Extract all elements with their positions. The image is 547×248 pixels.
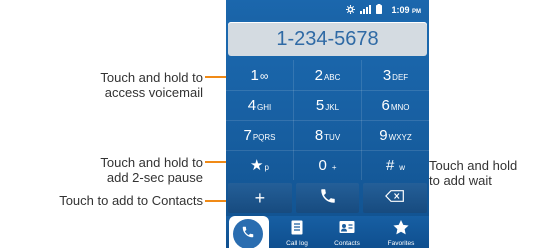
key-letters: MNO xyxy=(390,103,410,112)
tab-favorites[interactable]: Favorites xyxy=(376,216,426,248)
key-digit: 9 xyxy=(379,126,388,144)
key-letters: GHI xyxy=(257,103,272,112)
tab-phone[interactable] xyxy=(233,219,263,248)
key-digit: 5 xyxy=(315,96,325,114)
key-9[interactable]: 9 WXYZ xyxy=(362,120,429,150)
key-letters: DEF xyxy=(392,73,409,82)
battery-icon xyxy=(376,4,382,16)
star-key-symbol: ★ xyxy=(250,157,264,174)
dialer-action-bar: + xyxy=(226,183,429,213)
voicemail-icon: ∞ xyxy=(259,69,269,83)
tab-call-log[interactable]: Call log xyxy=(272,216,322,248)
settings-icon xyxy=(346,4,355,16)
status-icons xyxy=(346,4,382,16)
key-digit: 4 xyxy=(247,96,257,114)
callout-pause-line1: Touch and hold to xyxy=(100,155,203,170)
key-digit: 8 xyxy=(314,126,324,144)
key-star[interactable]: ★ p xyxy=(226,150,293,180)
star-icon xyxy=(393,220,409,240)
tab-call-log-label: Call log xyxy=(286,240,308,247)
key-letters: PQRS xyxy=(252,133,276,142)
key-letters: ABC xyxy=(323,73,341,82)
key-0[interactable]: 0 + xyxy=(294,150,361,180)
callout-contacts: Touch to add to Contacts xyxy=(2,193,203,208)
key-digit: 2 xyxy=(314,66,323,84)
backspace-icon xyxy=(385,189,405,207)
phone-icon xyxy=(319,187,337,210)
add-to-contacts-label: + xyxy=(254,188,266,208)
status-time: 1:09 PM xyxy=(391,5,421,15)
key-letters: p xyxy=(264,163,269,172)
key-4[interactable]: 4 GHI xyxy=(226,90,293,120)
key-2[interactable]: 2 ABC xyxy=(294,60,361,90)
key-digit: 1 xyxy=(250,66,259,84)
key-7[interactable]: 7 PQRS xyxy=(226,120,293,150)
tab-favorites-label: Favorites xyxy=(387,240,415,247)
signal-icon xyxy=(360,4,371,16)
key-1[interactable]: 1 ∞ xyxy=(226,60,293,90)
key-digit: 6 xyxy=(381,96,390,114)
status-time-ampm: PM xyxy=(412,9,421,15)
key-letters: WXYZ xyxy=(388,133,412,142)
callout-pause: Touch and hold to add 2-sec pause xyxy=(20,155,203,185)
key-6[interactable]: 6 MNO xyxy=(362,90,429,120)
tab-contacts[interactable]: Contacts xyxy=(322,216,372,248)
key-letters: JKL xyxy=(325,103,340,112)
callout-voicemail-line1: Touch and hold to xyxy=(100,70,203,85)
status-time-value: 1:09 xyxy=(391,5,410,15)
key-digit: 0 xyxy=(318,156,327,174)
key-letters: TUV xyxy=(324,133,341,142)
key-letters: w xyxy=(399,163,406,172)
callout-wait-line1: Touch and hold xyxy=(429,158,518,173)
key-8[interactable]: 8 TUV xyxy=(294,120,361,150)
callout-contacts-line1: Touch to add to Contacts xyxy=(59,193,203,208)
call-button[interactable] xyxy=(295,183,360,213)
call-log-icon xyxy=(291,220,303,240)
callout-voicemail-line2: access voicemail xyxy=(104,85,203,100)
key-letters: + xyxy=(331,163,337,172)
key-5[interactable]: 5 JKL xyxy=(294,90,361,120)
key-hash[interactable]: # w xyxy=(362,150,429,180)
dialed-number[interactable]: 1-234-5678 xyxy=(228,22,427,56)
phone-screen: 1:09 PM 1-234-5678 1 ∞ 2 ABC 3 DEF 4 GHI… xyxy=(226,0,429,248)
key-digit: # xyxy=(385,156,395,174)
status-bar: 1:09 PM xyxy=(226,0,429,20)
callout-wait-line2: to add wait xyxy=(429,173,492,188)
key-3[interactable]: 3 DEF xyxy=(362,60,429,90)
callout-pause-line2: add 2-sec pause xyxy=(106,170,203,185)
phone-icon xyxy=(241,225,255,244)
contacts-icon xyxy=(339,220,355,239)
add-to-contacts-button[interactable]: + xyxy=(228,183,292,213)
key-digit: 3 xyxy=(382,66,392,84)
callout-wait: Touch and hold to add wait xyxy=(429,158,547,188)
key-digit: 7 xyxy=(243,126,252,144)
tab-contacts-label: Contacts xyxy=(334,240,360,247)
keypad: 1 ∞ 2 ABC 3 DEF 4 GHI 5 JKL 6 MNO 7 PQRS xyxy=(226,60,429,180)
callout-voicemail: Touch and hold to access voicemail xyxy=(20,70,203,100)
delete-button[interactable] xyxy=(363,183,428,213)
